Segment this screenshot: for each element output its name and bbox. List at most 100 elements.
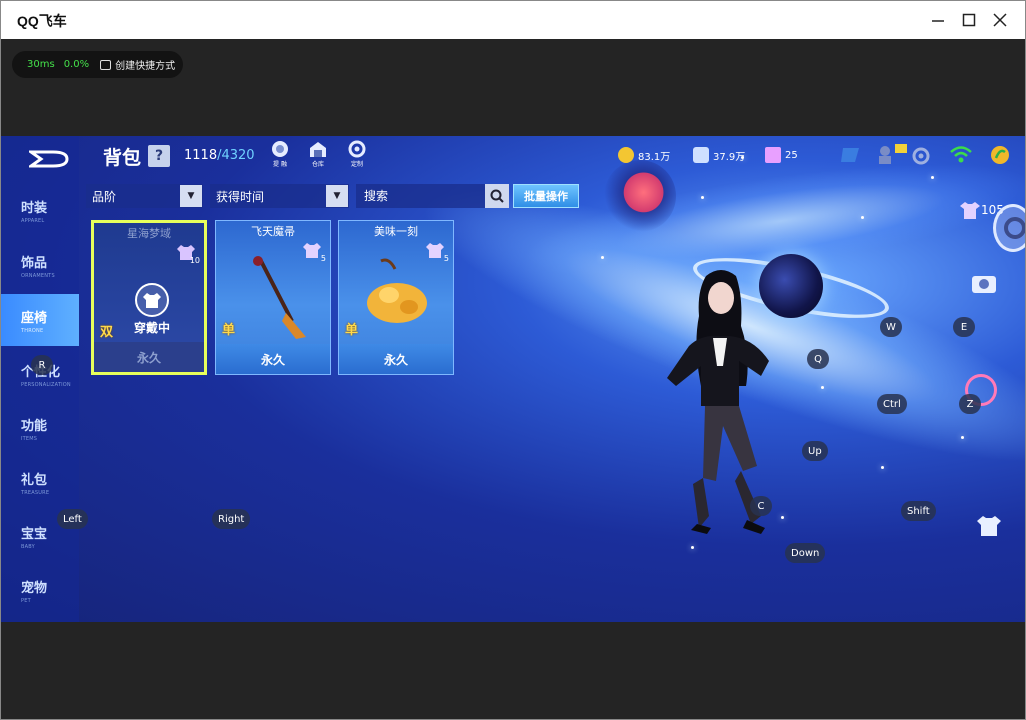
gear-icon	[1004, 217, 1025, 239]
sidebar-item-label: 时装	[21, 200, 48, 216]
sidebar-item-apparel[interactable]: 时装 APPAREL	[1, 184, 79, 236]
item-name: 飞天魔帚	[251, 225, 295, 238]
friends-mail-icon[interactable]	[875, 142, 909, 166]
grade-filter-select[interactable]: 品阶 ▼	[86, 184, 203, 208]
search-button[interactable]	[485, 184, 509, 208]
rank-icon[interactable]	[839, 146, 861, 164]
wearing-label: 穿戴中	[133, 321, 170, 335]
key-hint-c: C	[750, 496, 772, 516]
key-hint-w: W	[880, 317, 902, 337]
sidebar-item-sublabel: APPAREL	[21, 217, 45, 224]
help-button[interactable]: ?	[148, 145, 170, 167]
wearing-indicator: 穿戴中	[122, 283, 182, 336]
coin-icon	[618, 147, 634, 163]
close-button[interactable]	[985, 5, 1015, 35]
key-hint-down: Down	[785, 543, 826, 563]
sidebar-item-label: 座椅	[21, 310, 48, 326]
key-hint-r: R	[31, 355, 53, 375]
tier-value: 10	[189, 256, 200, 265]
item-duration: 永久	[339, 344, 453, 374]
search-box	[356, 184, 509, 208]
key-hint-e: E	[953, 317, 975, 337]
stack-type-badge: 单	[222, 323, 236, 338]
key-hint-ctrl: Ctrl	[877, 394, 907, 414]
item-card[interactable]: 飞天魔帚 5 单 永久	[215, 220, 331, 375]
warehouse-button[interactable]: 仓库	[305, 140, 331, 170]
item-duration: 永久	[216, 344, 330, 374]
sidebar-item-sublabel: ORNAMENTS	[21, 272, 55, 279]
performance-pill: 30ms 0.0% 创建快捷方式	[12, 51, 183, 78]
maximize-icon	[962, 13, 976, 27]
coins-stat: 83.1万	[618, 147, 670, 163]
sidebar-item-items[interactable]: 功能 ITEMS	[1, 402, 79, 454]
shirt-icon	[960, 202, 980, 219]
settings-gear-icon[interactable]	[911, 146, 931, 166]
fuse-button[interactable]: 提 融	[267, 140, 293, 170]
sidebar-item-sublabel: ITEMS	[21, 435, 38, 442]
item-name: 美味一刻	[374, 225, 418, 238]
warehouse-icon	[310, 142, 326, 157]
close-icon	[993, 13, 1007, 27]
wifi-signal-icon	[950, 146, 972, 163]
app-window: QQ飞车 30ms 0.0% 创建快捷方式 时装 APPAREL 饰品 ORNA…	[0, 0, 1026, 720]
window-title: QQ飞车	[17, 13, 67, 29]
vouchers-stat: 37.9万	[693, 147, 745, 163]
gem-icon	[765, 147, 781, 163]
fuse-label: 提 融	[273, 161, 287, 168]
stack-type-badge: 双	[100, 325, 114, 340]
battery-leaf-icon	[991, 146, 1009, 164]
sidebar-item-treasure[interactable]: 礼包 TREASURE	[1, 456, 79, 508]
sidebar-item-ornaments[interactable]: 饰品 ORNAMENTS	[1, 239, 79, 291]
minimize-button[interactable]	[923, 5, 953, 35]
key-hint-left: Left	[57, 509, 88, 529]
customize-button[interactable]: 定制	[344, 140, 370, 170]
item-duration: 永久	[94, 342, 204, 372]
tier-value: 5	[443, 254, 449, 263]
item-name: 星海梦域	[127, 227, 171, 240]
item-card[interactable]: 美味一刻 5 单 永久	[338, 220, 454, 375]
grade-filter-value: 品阶	[92, 189, 117, 204]
sidebar-item-pet[interactable]: 宠物 PET	[1, 564, 79, 616]
game-logo-icon	[29, 150, 69, 168]
key-hint-z: Z	[959, 394, 981, 414]
photo-icon[interactable]	[969, 270, 999, 296]
vouchers-value: 37.9万	[713, 151, 746, 163]
sidebar-item-throne[interactable]: 座椅 THRONE	[1, 294, 79, 346]
batch-operation-button[interactable]: 批量操作	[513, 184, 579, 208]
time-filter-select[interactable]: 获得时间 ▼	[210, 184, 349, 208]
food-seat-icon	[367, 258, 427, 323]
minimize-icon	[932, 20, 944, 22]
chevron-down-icon: ▼	[180, 185, 202, 207]
search-icon	[490, 189, 504, 203]
ping-readout: 30ms	[27, 59, 55, 70]
sidebar-item-label: 功能	[21, 418, 48, 434]
packet-loss-readout: 0.0%	[63, 59, 90, 70]
key-hint-up: Up	[802, 441, 828, 461]
coins-value: 83.1万	[638, 151, 671, 163]
page-title: 背包	[103, 147, 142, 169]
key-hint-q: Q	[807, 349, 829, 369]
sidebar-item-sublabel: BABY	[21, 543, 35, 550]
key-hint-shift: Shift	[901, 501, 936, 521]
search-input[interactable]	[364, 189, 482, 203]
customize-icon	[348, 140, 366, 158]
maximize-button[interactable]	[954, 5, 984, 35]
fuse-icon	[272, 141, 288, 157]
sidebar-item-label: 礼包	[21, 472, 48, 488]
sidebar-item-label: 饰品	[21, 255, 48, 271]
tier-badge: 10	[176, 243, 200, 265]
key-hint-right: Right	[212, 509, 251, 529]
tier-value: 5	[320, 254, 326, 263]
item-card[interactable]: 星海梦域 10 穿戴中 双 永久	[91, 220, 207, 375]
broom-icon	[253, 256, 306, 339]
voucher-icon	[693, 147, 709, 163]
sidebar-item-sublabel: PERSONALIZATION	[21, 381, 71, 388]
shortcut-icon[interactable]	[100, 59, 112, 70]
create-shortcut-link[interactable]: 创建快捷方式	[115, 57, 175, 72]
shirt-icon[interactable]	[976, 514, 1002, 538]
rotate-camera-button[interactable]	[993, 204, 1025, 252]
sidebar-item-label: 宠物	[21, 580, 48, 596]
starfield	[1, 136, 1025, 622]
gems-stat: 25	[765, 147, 798, 163]
game-viewport[interactable]: 时装 APPAREL 饰品 ORNAMENTS 座椅 THRONE 个性化 PE…	[1, 136, 1025, 622]
